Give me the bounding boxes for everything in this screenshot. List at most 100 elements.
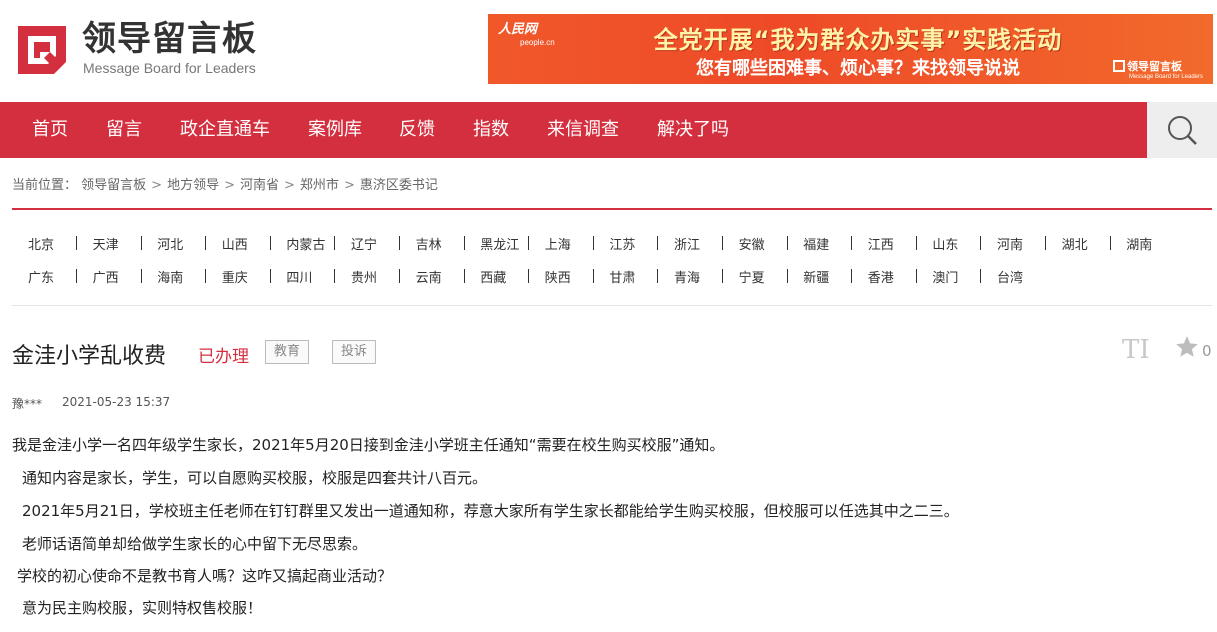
- tag-complaint[interactable]: 投诉: [332, 340, 377, 364]
- province-link[interactable]: 浙江: [674, 234, 700, 253]
- province-separator: [1045, 236, 1046, 250]
- search-icon: [1168, 116, 1197, 145]
- province-link[interactable]: 福建: [803, 234, 829, 253]
- province-link[interactable]: 湖北: [1062, 234, 1088, 253]
- province-separator: [786, 236, 788, 250]
- search-button[interactable]: [1147, 102, 1217, 158]
- nav-index[interactable]: 指数: [473, 102, 509, 158]
- main-nav: 首页 留言 政企直通车 案例库 反馈 指数 来信调查 解决了吗: [0, 102, 1217, 158]
- nav-home[interactable]: 首页: [32, 102, 68, 158]
- province-link[interactable]: 陕西: [545, 267, 571, 286]
- province-link[interactable]: 新疆: [803, 267, 829, 286]
- province-link[interactable]: 四川: [286, 267, 312, 286]
- province-link[interactable]: 澳门: [932, 267, 958, 286]
- province-separator: [915, 236, 917, 250]
- nav-enterprise[interactable]: 政企直通车: [180, 102, 270, 158]
- mini-logo-icon: [1112, 60, 1125, 72]
- province-link[interactable]: 北京: [28, 234, 54, 253]
- province-separator: [980, 269, 982, 283]
- province-separator: [1109, 236, 1111, 250]
- favorite-button[interactable]: [1174, 334, 1200, 360]
- province-separator: [140, 269, 142, 283]
- breadcrumb-separator: >: [284, 178, 295, 193]
- nav-survey[interactable]: 来信调查: [547, 102, 619, 158]
- province-link[interactable]: 宁夏: [739, 267, 765, 286]
- province-link[interactable]: 青海: [674, 267, 700, 286]
- province-link[interactable]: 贵州: [351, 267, 377, 286]
- province-link[interactable]: 山东: [932, 234, 958, 253]
- logo-subtitle: Message Board for Leaders: [83, 60, 256, 76]
- status-badge: 已办理: [198, 347, 249, 367]
- message-title: 金洼小学乱收费: [12, 344, 167, 369]
- province-link[interactable]: 江西: [868, 234, 894, 253]
- paragraph-1: 我是金洼小学一名四年级学生家长，2021年5月20日接到金洼小学班主任通知“需要…: [12, 436, 725, 454]
- province-divider: [12, 305, 1212, 306]
- province-link[interactable]: 内蒙古: [286, 234, 325, 253]
- province-separator: [140, 236, 142, 250]
- province-separator: [463, 269, 465, 283]
- province-separator: [592, 269, 594, 283]
- breadcrumb-item-province[interactable]: 河南省: [240, 178, 279, 193]
- province-link[interactable]: 河南: [997, 234, 1023, 253]
- province-separator: [399, 269, 400, 283]
- campaign-banner[interactable]: 人民网 people.cn 全党开展“我为群众办实事”实践活动 您有哪些困难事、…: [488, 14, 1213, 84]
- breadcrumb-item-leader[interactable]: 惠济区委书记: [360, 178, 438, 193]
- breadcrumb-divider: [12, 208, 1212, 210]
- province-link[interactable]: 海南: [157, 267, 183, 286]
- nav-feedback[interactable]: 反馈: [399, 102, 435, 158]
- province-separator: [592, 236, 594, 250]
- province-link[interactable]: 河北: [157, 234, 183, 253]
- province-link[interactable]: 广西: [93, 267, 119, 286]
- province-separator: [76, 269, 77, 283]
- nav-resolved[interactable]: 解决了吗: [657, 102, 729, 158]
- province-link[interactable]: 山西: [222, 234, 248, 253]
- province-link[interactable]: 广东: [28, 267, 54, 286]
- province-separator: [657, 269, 659, 283]
- province-link[interactable]: 甘肃: [609, 267, 635, 286]
- province-separator: [463, 236, 465, 250]
- breadcrumb-label: 当前位置：: [12, 178, 78, 193]
- province-separator: [980, 236, 982, 250]
- province-link[interactable]: 香港: [868, 267, 894, 286]
- province-separator: [205, 269, 207, 283]
- province-link[interactable]: 重庆: [222, 267, 248, 286]
- paragraph-3: 2021年5月21日，学校班主任老师在钉钉群里又发出一道通知称，荐意大家所有学生…: [22, 502, 959, 520]
- breadcrumb-item-city[interactable]: 郑州市: [300, 178, 339, 193]
- province-separator: [334, 236, 336, 250]
- province-link[interactable]: 天津: [93, 234, 119, 253]
- province-separator: [915, 269, 917, 283]
- province-separator: [722, 236, 723, 250]
- site-header: 领导留言板 Message Board for Leaders 人民网 peop…: [0, 0, 1217, 102]
- favorite-count: 0: [1202, 342, 1212, 360]
- nav-messages[interactable]: 留言: [106, 102, 142, 158]
- province-separator: [334, 269, 336, 283]
- breadcrumb-item-home[interactable]: 领导留言板: [81, 178, 146, 193]
- province-separator: [657, 236, 659, 250]
- font-size-button[interactable]: TI: [1122, 334, 1156, 365]
- province-separator: [205, 236, 207, 250]
- province-link[interactable]: 江苏: [609, 234, 635, 253]
- province-link[interactable]: 西藏: [480, 267, 506, 286]
- province-link[interactable]: 台湾: [997, 267, 1023, 286]
- province-link[interactable]: 吉林: [416, 234, 442, 253]
- province-separator: [528, 236, 530, 250]
- site-logo[interactable]: 领导留言板 Message Board for Leaders: [14, 18, 284, 80]
- province-link[interactable]: 云南: [416, 267, 442, 286]
- nav-cases[interactable]: 案例库: [308, 102, 362, 158]
- banner-mini-logo-text: 领导留言板: [1126, 60, 1182, 73]
- banner-headline: 全党开展“我为群众办实事”实践活动: [653, 26, 1063, 54]
- province-separator: [269, 269, 271, 283]
- tag-education[interactable]: 教育: [265, 340, 310, 364]
- province-link[interactable]: 黑龙江: [480, 234, 519, 253]
- banner-mini-logo-en: Message Board for Leaders: [1128, 74, 1203, 80]
- breadcrumb-item-local[interactable]: 地方领导: [167, 178, 219, 193]
- logo-mark-icon: [18, 26, 66, 74]
- province-link[interactable]: 上海: [545, 234, 571, 253]
- province-link[interactable]: 湖南: [1126, 234, 1152, 253]
- province-link[interactable]: 安徽: [739, 234, 765, 253]
- paragraph-4: 老师话语简单却给做学生家长的心中留下无尽思索。: [22, 535, 368, 553]
- province-separator: [76, 236, 77, 250]
- province-link[interactable]: 辽宁: [351, 234, 377, 253]
- star-icon: [1176, 336, 1198, 357]
- province-separator: [528, 269, 530, 283]
